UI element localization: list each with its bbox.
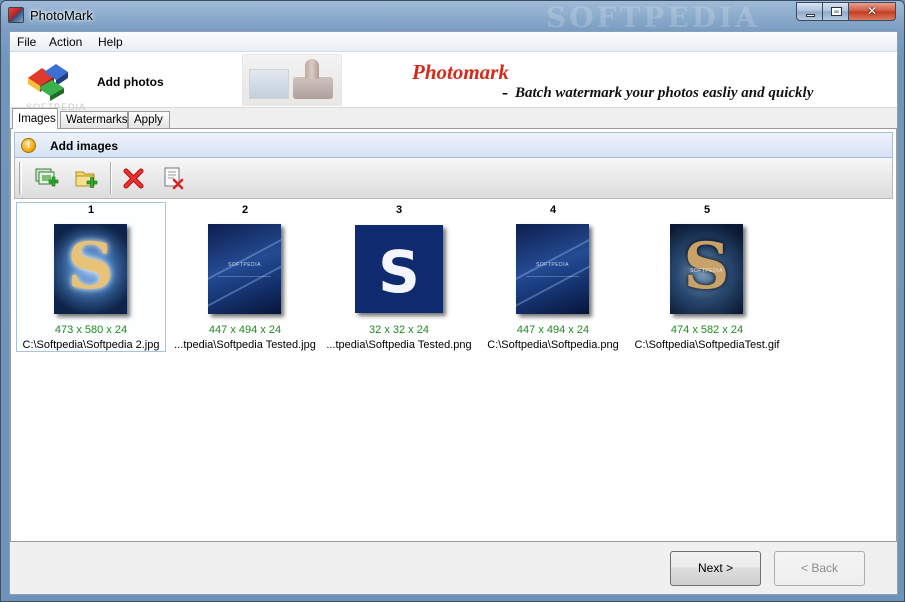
menu-help[interactable]: Help — [93, 34, 128, 50]
back-button[interactable]: < Back — [774, 551, 865, 586]
thumbnail-image: S — [355, 225, 443, 313]
photomark-app-icon — [8, 7, 24, 23]
image-divider — [218, 276, 271, 277]
thumbnail-image: SOFTPEDIA — [208, 224, 281, 314]
tab-images[interactable]: Images — [12, 108, 58, 129]
image-streak — [208, 260, 281, 314]
stamp-illustration — [242, 54, 342, 106]
maximize-icon — [831, 7, 842, 16]
stamp-body-image — [293, 77, 333, 99]
warning-icon: ! — [21, 138, 36, 153]
photomark-logo-icon — [28, 64, 68, 101]
thumbnail-dimensions: 474 x 582 x 24 — [670, 324, 744, 336]
tab-strip: Images Watermarks Apply — [10, 108, 897, 129]
next-button[interactable]: Next > — [670, 551, 761, 586]
thumbnail-item[interactable]: 3 S 32 x 32 x 24 ...tpedia\Softpedia Tes… — [324, 202, 474, 352]
thumbnail-item[interactable]: 1 S 473 x 580 x 24 C:\Softpedia\Softpedi… — [16, 202, 166, 352]
softpedia-s-logo-image: S — [683, 229, 730, 304]
wizard-banner: Add photos SOFTPEDIA Photomark - Batch w… — [10, 52, 897, 112]
clear-list-icon[interactable] — [161, 165, 187, 191]
thumbnail-dimensions: 447 x 494 x 24 — [208, 324, 282, 336]
menu-bar: File Action Help — [10, 32, 897, 52]
thumbnail-dimensions: 447 x 494 x 24 — [516, 324, 590, 336]
thumbnail-number: 1 — [87, 204, 95, 216]
maximize-button[interactable] — [822, 2, 849, 21]
window-title: PhotoMark — [30, 8, 93, 23]
thumbnail-item[interactable]: 2 SOFTPEDIA 447 x 494 x 24 ...tpedia\Sof… — [170, 202, 320, 352]
thumbnail-number: 3 — [395, 204, 403, 216]
thumbnail-dimensions: 32 x 32 x 24 — [369, 324, 429, 336]
section-title: Add images — [50, 139, 119, 153]
thumbnail-path: C:\Softpedia\Softpedia 2.jpg — [22, 339, 160, 351]
thumbnail-image: S SOFTPEDIA — [670, 224, 743, 314]
toolbar-grip[interactable] — [19, 162, 22, 194]
stamp-paper-image — [249, 69, 289, 99]
slogan-dash: - — [502, 82, 508, 102]
image-toolbar — [14, 158, 893, 199]
brand-name: Photomark — [412, 60, 509, 84]
brand-slogan: Batch watermark your photos easliy and q… — [515, 85, 814, 101]
app-window: PhotoMark SOFTPEDIA ✕ File Action Help A… — [0, 0, 905, 602]
images-tab-page: ! Add images 1 S 473 x 580 x 24 C:\Softp… — [10, 128, 897, 542]
title-bar[interactable]: PhotoMark SOFTPEDIA ✕ — [1, 1, 904, 34]
softpedia-s-icon-image: S — [378, 238, 420, 306]
thumbnail-path: ...tpedia\Softpedia Tested.png — [326, 339, 472, 351]
image-divider — [526, 276, 579, 277]
softpedia-s-logo-image: S — [67, 229, 114, 304]
thumbnail-image-caption: SOFTPEDIA — [536, 262, 569, 268]
menu-file[interactable]: File — [12, 34, 41, 50]
minimize-icon — [806, 14, 815, 17]
thumbnail-item[interactable]: 4 SOFTPEDIA 447 x 494 x 24 C:\Softpedia\… — [478, 202, 628, 352]
image-thumbnail-list[interactable]: 1 S 473 x 580 x 24 C:\Softpedia\Softpedi… — [14, 200, 893, 538]
thumbnail-path: ...tpedia\Softpedia Tested.jpg — [174, 339, 316, 351]
thumbnail-path: C:\Softpedia\Softpedia.png — [487, 339, 619, 351]
thumbnail-number: 5 — [703, 204, 711, 216]
thumbnail-image: S — [54, 224, 127, 314]
stamp-handle-image — [305, 59, 319, 79]
thumbnail-number: 4 — [549, 204, 557, 216]
thumbnail-path: C:\Softpedia\SoftpediaTest.gif — [634, 339, 780, 351]
add-folder-icon[interactable] — [73, 165, 99, 191]
thumbnail-image-caption: SOFTPEDIA — [690, 268, 723, 274]
step-title: Add photos — [97, 75, 164, 89]
close-icon: ✕ — [866, 4, 878, 18]
thumbnail-item[interactable]: 5 S SOFTPEDIA 474 x 582 x 24 C:\Softpedi… — [632, 202, 782, 352]
minimize-button[interactable] — [796, 2, 823, 21]
tab-watermarks[interactable]: Watermarks — [60, 111, 128, 128]
add-images-icon[interactable] — [33, 165, 59, 191]
section-header: ! Add images — [14, 132, 893, 158]
thumbnail-dimensions: 473 x 580 x 24 — [54, 324, 128, 336]
image-streak — [516, 260, 589, 314]
thumbnail-image-caption: SOFTPEDIA — [228, 262, 261, 268]
client-area: File Action Help Add photos SOFTPEDIA Ph… — [9, 31, 898, 595]
tab-apply[interactable]: Apply — [128, 111, 170, 128]
softpedia-watermark: SOFTPEDIA — [546, 1, 760, 34]
thumbnail-number: 2 — [241, 204, 249, 216]
thumbnail-image: SOFTPEDIA — [516, 224, 589, 314]
close-button[interactable]: ✕ — [848, 2, 896, 21]
menu-action[interactable]: Action — [44, 34, 87, 50]
toolbar-separator — [110, 162, 112, 194]
delete-icon[interactable] — [121, 165, 147, 191]
